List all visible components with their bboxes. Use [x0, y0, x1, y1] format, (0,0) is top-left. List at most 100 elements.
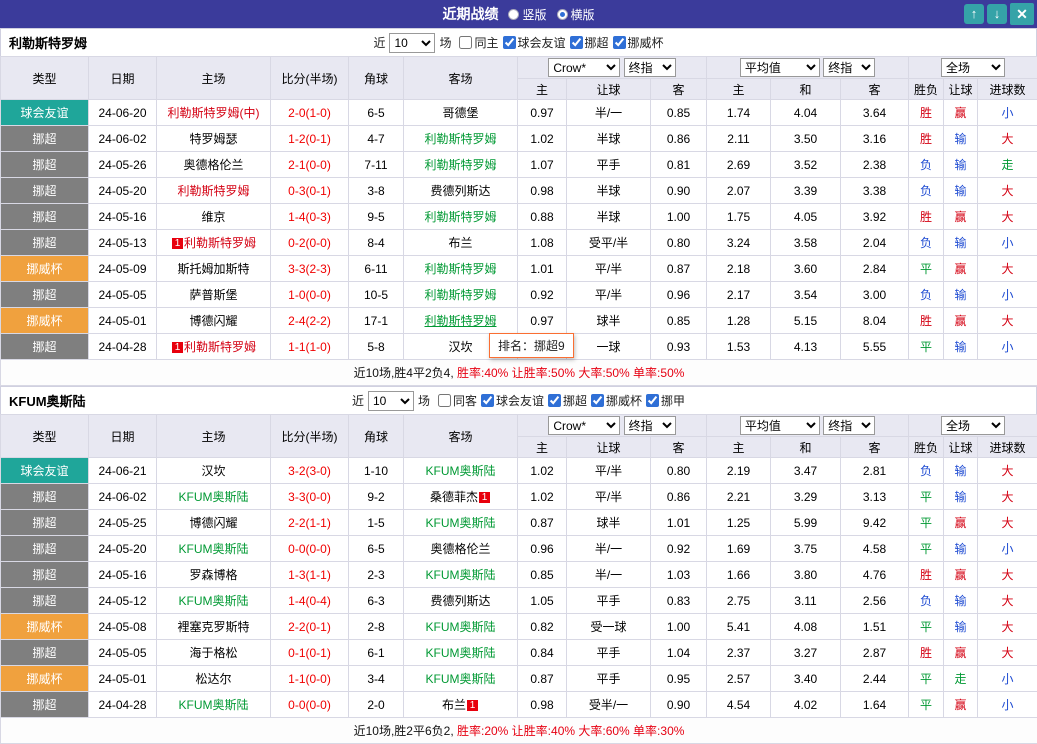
col-header-away: 客场 [404, 415, 518, 458]
home-team-link[interactable]: 奥德格伦兰 [157, 152, 271, 178]
home-team-link[interactable]: 罗森博格 [157, 562, 271, 588]
avg-home: 5.41 [707, 614, 771, 640]
home-team-link[interactable]: KFUM奥斯陆 [157, 484, 271, 510]
home-team-link[interactable]: 海于格松 [157, 640, 271, 666]
league-filter-checkbox[interactable]: 挪威杯 [591, 392, 642, 409]
match-date: 24-05-01 [89, 666, 157, 692]
match-count-select[interactable]: 10 [368, 391, 414, 411]
league-filter-checkbox[interactable]: 挪甲 [646, 392, 685, 409]
close-button[interactable]: ✕ [1010, 3, 1034, 25]
home-team-link[interactable]: 1利勒斯特罗姆 [157, 230, 271, 256]
layout-radio-horizontal[interactable]: 横版 [557, 6, 595, 23]
checkbox-input[interactable] [459, 36, 472, 49]
away-team-link[interactable]: 利勒斯特罗姆 [404, 308, 518, 334]
scope-select[interactable]: 全场 [941, 416, 1005, 435]
move-up-button[interactable]: ↑ [964, 4, 984, 24]
odds-home: 1.08 [518, 230, 567, 256]
avg-stage-select[interactable]: 终指 [823, 58, 875, 77]
checkbox-input[interactable] [438, 394, 451, 407]
odds-stage-select[interactable]: 终指 [624, 58, 676, 77]
away-team-link[interactable]: 费德列斯达 [404, 588, 518, 614]
home-team-link[interactable]: 利勒斯特罗姆 [157, 178, 271, 204]
result-goals: 大 [978, 484, 1037, 510]
league-filter-checkbox[interactable]: 挪威杯 [613, 34, 664, 51]
avg-stage-select[interactable]: 终指 [823, 416, 875, 435]
result-outcome: 平 [909, 666, 944, 692]
away-team-link[interactable]: KFUM奥斯陆 [404, 640, 518, 666]
checkbox-input[interactable] [591, 394, 604, 407]
away-team-link[interactable]: 利勒斯特罗姆 [404, 152, 518, 178]
scope-select[interactable]: 全场 [941, 58, 1005, 77]
odds-stage-select[interactable]: 终指 [624, 416, 676, 435]
match-date: 24-05-20 [89, 178, 157, 204]
sub-header-away-odds: 客 [651, 79, 707, 100]
match-count-select[interactable]: 10 [389, 33, 435, 53]
away-team-link[interactable]: 哥德堡 [404, 100, 518, 126]
home-team-link[interactable]: 1利勒斯特罗姆 [157, 334, 271, 360]
away-team-link[interactable]: KFUM奥斯陆 [404, 614, 518, 640]
checkbox-input[interactable] [570, 36, 583, 49]
layout-radio-vertical[interactable]: 竖版 [508, 6, 546, 23]
avg-draw: 3.80 [771, 562, 841, 588]
avg-away: 3.13 [841, 484, 909, 510]
home-team-link[interactable]: 汉坎 [157, 458, 271, 484]
home-team-link[interactable]: 利勒斯特罗姆(中) [157, 100, 271, 126]
col-header-score: 比分(半场) [271, 415, 349, 458]
away-team-link[interactable]: 奥德格伦兰 [404, 536, 518, 562]
league-filter-checkbox[interactable]: 球会友谊 [503, 34, 566, 51]
away-team-link[interactable]: 利勒斯特罗姆 [404, 204, 518, 230]
home-team-link[interactable]: 博德闪耀 [157, 308, 271, 334]
away-team-link[interactable]: 费德列斯达 [404, 178, 518, 204]
odds-handicap: 半/一 [567, 562, 651, 588]
odds-home: 1.01 [518, 256, 567, 282]
league-filter-checkbox[interactable]: 挪超 [548, 392, 587, 409]
filter-bar: 近 10 场 同客球会友谊挪超挪威杯挪甲 [352, 391, 685, 411]
league-filter-checkbox[interactable]: 同主 [459, 34, 498, 51]
odds-home: 1.05 [518, 588, 567, 614]
league-filter-checkbox[interactable]: 挪超 [570, 34, 609, 51]
avg-away: 3.16 [841, 126, 909, 152]
home-team-link[interactable]: KFUM奥斯陆 [157, 536, 271, 562]
bookmaker-select[interactable]: Crow* [548, 58, 620, 77]
summary-row: 近10场,胜4平2负4, 胜率:40% 让胜率:50% 大率:50% 单率:50… [1, 360, 1037, 386]
league-filter-checkbox[interactable]: 同客 [438, 392, 477, 409]
checkbox-input[interactable] [646, 394, 659, 407]
home-team-link[interactable]: 松达尔 [157, 666, 271, 692]
league-filter-checkbox[interactable]: 球会友谊 [481, 392, 544, 409]
checkbox-input[interactable] [548, 394, 561, 407]
home-team-link[interactable]: 特罗姆瑟 [157, 126, 271, 152]
average-select[interactable]: 平均值 [740, 58, 820, 77]
sub-header-handicap: 让球 [567, 79, 651, 100]
checkbox-input[interactable] [503, 36, 516, 49]
away-team-link[interactable]: KFUM奥斯陆 [404, 562, 518, 588]
checkbox-input[interactable] [613, 36, 626, 49]
away-team-link[interactable]: KFUM奥斯陆 [404, 666, 518, 692]
move-down-button[interactable]: ↓ [987, 4, 1007, 24]
odds-handicap: 一球 [567, 334, 651, 360]
match-row: 挪威杯24-05-09斯托姆加斯特3-3(2-3)6-11利勒斯特罗姆1.01平… [1, 256, 1037, 282]
match-row: 挪威杯24-05-01松达尔1-1(0-0)3-4KFUM奥斯陆0.87平手0.… [1, 666, 1037, 692]
away-team-link[interactable]: 利勒斯特罗姆 [404, 256, 518, 282]
away-team-link[interactable]: 布兰1 [404, 692, 518, 718]
away-team-link[interactable]: 利勒斯特罗姆 [404, 282, 518, 308]
home-team-link[interactable]: 博德闪耀 [157, 510, 271, 536]
home-team-link[interactable]: KFUM奥斯陆 [157, 588, 271, 614]
home-team-link[interactable]: 萨普斯堡 [157, 282, 271, 308]
home-team-link[interactable]: 裡塞克罗斯特 [157, 614, 271, 640]
avg-away: 8.04 [841, 308, 909, 334]
home-team-link[interactable]: 维京 [157, 204, 271, 230]
away-team-link[interactable]: KFUM奥斯陆 [404, 458, 518, 484]
avg-home: 2.11 [707, 126, 771, 152]
odds-away: 0.96 [651, 282, 707, 308]
col-header-corners: 角球 [349, 57, 404, 100]
away-team-link[interactable]: 桑德菲杰1 [404, 484, 518, 510]
away-team-link[interactable]: 布兰 [404, 230, 518, 256]
away-team-link[interactable]: 利勒斯特罗姆 [404, 126, 518, 152]
checkbox-input[interactable] [481, 394, 494, 407]
bookmaker-select[interactable]: Crow* [548, 416, 620, 435]
summary-stats: 胜率:40% 让胜率:50% 大率:50% 单率:50% [457, 366, 684, 380]
home-team-link[interactable]: 斯托姆加斯特 [157, 256, 271, 282]
away-team-link[interactable]: KFUM奥斯陆 [404, 510, 518, 536]
home-team-link[interactable]: KFUM奥斯陆 [157, 692, 271, 718]
average-select[interactable]: 平均值 [740, 416, 820, 435]
